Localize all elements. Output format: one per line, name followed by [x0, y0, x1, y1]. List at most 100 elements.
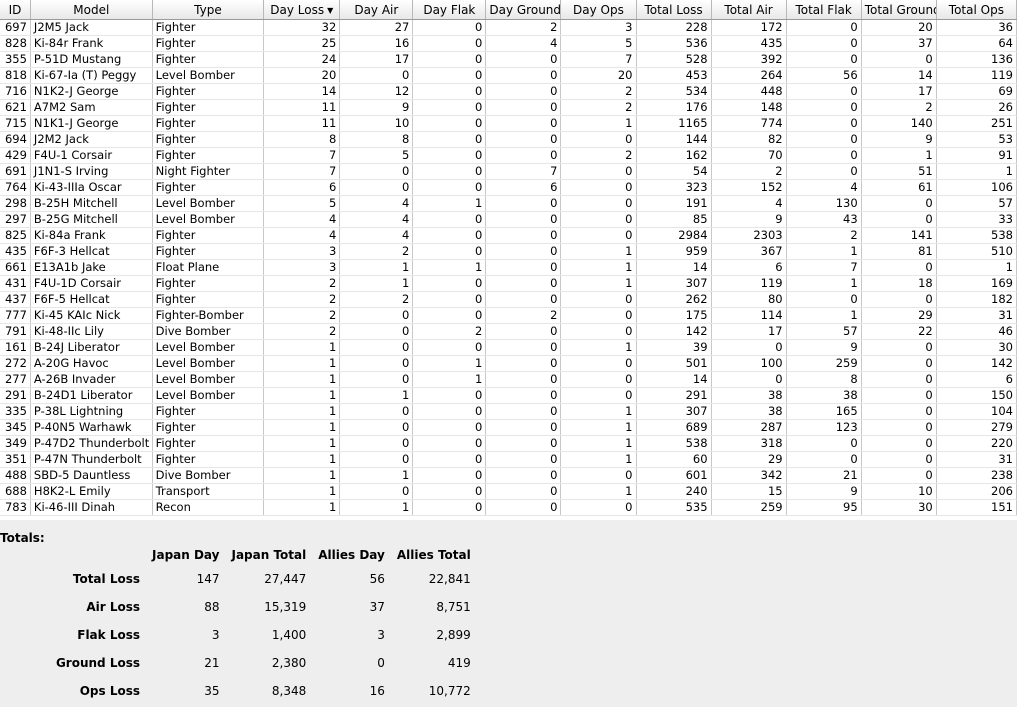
table-row[interactable]: 783 Ki-46-III Dinah Recon 1 1 0 0 0 535 259 95 30 15… [0, 499, 1017, 516]
column-header-day-flak[interactable]: Day Flak [412, 0, 487, 20]
table-row[interactable]: 488 SBD-5 Dauntless Dive Bomber 1 1 0 0 0 601 342… [0, 467, 1017, 484]
table-row[interactable]: 431 F4U-1D Corsair Fighter 2 1 0 0 1 307 119 1 18 16… [0, 275, 1017, 292]
loss-table-panel[interactable]: ID Model Type Day Loss ▼ Day Air Day Flak Day G… [0, 0, 1017, 520]
cell-day-flak: 0 [412, 275, 487, 292]
table-row[interactable]: 298 B-25H Mitchell Level Bomber 5 4 1 0 0 191 4 13… [0, 195, 1017, 212]
cell-total-ground: 0 [861, 467, 937, 484]
cell-day-ops: 0 [560, 323, 637, 340]
cell-id: 429 [0, 147, 31, 164]
table-row[interactable]: 272 A-20G Havoc Level Bomber 1 0 1 0 0 501 100 259… [0, 355, 1017, 372]
cell-day-flak: 0 [412, 211, 487, 228]
cell-id: 297 [0, 211, 31, 228]
cell-day-air: 0 [339, 371, 414, 388]
column-header-total-air[interactable]: Total Air [711, 0, 787, 20]
cell-total-loss: 162 [636, 147, 712, 164]
cell-total-loss: 291 [636, 387, 712, 404]
totals-value: 27,447 [264, 572, 307, 586]
cell-id: 828 [0, 35, 31, 52]
cell-day-ops: 0 [560, 355, 637, 372]
cell-day-ground: 0 [485, 355, 562, 372]
table-row[interactable]: 345 P-40N5 Warhawk Fighter 1 0 0 0 1 689 287 123 0 2… [0, 419, 1017, 436]
table-row[interactable]: 764 Ki-43-IIIa Oscar Fighter 6 0 0 6 0 323 152 4 61… [0, 179, 1017, 196]
column-header-total-loss[interactable]: Total Loss [636, 0, 712, 20]
cell-total-ops: 1 [936, 259, 1017, 276]
table-row[interactable]: 828 Ki-84r Frank Fighter 25 16 0 4 5 536 435 0 37 64 [0, 35, 1017, 52]
table-row[interactable]: 437 F6F-5 Hellcat Fighter 2 2 0 0 0 262 80 0 0 182 [0, 291, 1017, 308]
table-row[interactable]: 715 N1K1-J George Fighter 11 10 0 0 1 1165 774 0 14… [0, 115, 1017, 132]
cell-model: Ki-84a Frank [30, 227, 153, 244]
column-header-model[interactable]: Model [30, 0, 153, 20]
cell-model: P-47D2 Thunderbolt [30, 435, 153, 452]
cell-type: Fighter [152, 99, 265, 116]
table-row[interactable]: 791 Ki-48-IIc Lily Dive Bomber 2 0 2 0 0 142 17 57… [0, 323, 1017, 340]
table-row[interactable]: 335 P-38L Lightning Fighter 1 0 0 0 1 307 38 165 0 1… [0, 403, 1017, 420]
cell-day-air: 16 [339, 35, 414, 52]
cell-id: 488 [0, 467, 31, 484]
table-row[interactable]: 429 F4U-1 Corsair Fighter 7 5 0 0 2 162 70 0 1 91 [0, 147, 1017, 164]
cell-total-ground: 0 [861, 371, 937, 388]
table-row[interactable]: 621 A7M2 Sam Fighter 11 9 0 0 2 176 148 0 2 26 [0, 99, 1017, 116]
cell-model: J2M2 Jack [30, 131, 153, 148]
cell-total-air: 0 [711, 339, 787, 356]
cell-day-air: 12 [339, 83, 414, 100]
cell-total-ground: 0 [861, 291, 937, 308]
table-row[interactable]: 825 Ki-84a Frank Fighter 4 4 0 0 0 2984 2303 2 141 5… [0, 227, 1017, 244]
cell-day-ops: 0 [560, 195, 637, 212]
table-row[interactable]: 349 P-47D2 Thunderbolt Fighter 1 0 0 0 1 538 318 0… [0, 435, 1017, 452]
table-row[interactable]: 716 N1K2-J George Fighter 14 12 0 0 2 534 448 0 17 6… [0, 83, 1017, 100]
cell-day-ground: 0 [485, 275, 562, 292]
column-header-day-loss[interactable]: Day Loss ▼ [263, 0, 341, 20]
cell-total-loss: 144 [636, 131, 712, 148]
column-header-day-ops[interactable]: Day Ops [560, 0, 637, 20]
totals-column-japan-day: Japan Day [152, 548, 220, 562]
table-row[interactable]: 355 P-51D Mustang Fighter 24 17 0 0 7 528 392 0 0 13… [0, 51, 1017, 68]
table-row[interactable]: 688 H8K2-L Emily Transport 1 0 0 0 1 240 15 9 10 206 [0, 483, 1017, 500]
cell-total-loss: 2984 [636, 227, 712, 244]
cell-total-ground: 0 [861, 419, 937, 436]
cell-id: 437 [0, 291, 31, 308]
column-header-id[interactable]: ID [0, 0, 31, 20]
totals-value: 1,400 [271, 628, 307, 642]
table-row[interactable]: 277 A-26B Invader Level Bomber 1 0 1 0 0 14 0 8 0 6 [0, 371, 1017, 388]
column-header-total-ops[interactable]: Total Ops [936, 0, 1017, 20]
cell-day-loss: 32 [263, 19, 341, 36]
table-row[interactable]: 777 Ki-45 KAIc Nick Fighter-Bomber 2 0 0 2 0 175… [0, 307, 1017, 324]
table-row[interactable]: 661 E13A1b Jake Float Plane 3 1 1 0 1 14 6 7 0 1 [0, 259, 1017, 276]
cell-day-ground: 0 [485, 83, 562, 100]
table-row[interactable]: 818 Ki-67-Ia (T) Peggy Level Bomber 20 0 0 0 20… [0, 67, 1017, 84]
table-row[interactable]: 291 B-24D1 Liberator Level Bomber 1 1 0 0 0 291 3… [0, 387, 1017, 404]
cell-type: Fighter [152, 419, 265, 436]
cell-day-ops: 0 [560, 227, 637, 244]
cell-day-loss: 1 [263, 387, 341, 404]
cell-type: Level Bomber [152, 387, 265, 404]
table-row[interactable]: 694 J2M2 Jack Fighter 8 8 0 0 0 144 82 0 9 53 [0, 131, 1017, 148]
table-row[interactable]: 697 J2M5 Jack Fighter 32 27 0 2 3 228 172 0 20 36 [0, 19, 1017, 36]
table-row[interactable]: 351 P-47N Thunderbolt Fighter 1 0 0 0 1 60 29 0 0 31 [0, 451, 1017, 468]
cell-total-flak: 9 [786, 339, 862, 356]
column-header-day-air[interactable]: Day Air [339, 0, 414, 20]
cell-day-flak: 1 [412, 259, 487, 276]
table-row[interactable]: 691 J1N1-S Irving Night Fighter 7 0 0 7 0 54 2 0 51… [0, 163, 1017, 180]
cell-type: Level Bomber [152, 195, 265, 212]
column-header-day-ground[interactable]: Day Ground [485, 0, 562, 20]
cell-total-ops: 33 [936, 211, 1017, 228]
cell-id: 697 [0, 19, 31, 36]
aircraft-loss-table[interactable]: ID Model Type Day Loss ▼ Day Air Day Flak Day G… [0, 0, 1017, 516]
cell-total-ground: 140 [861, 115, 937, 132]
column-header-type[interactable]: Type [152, 0, 265, 20]
cell-day-flak: 1 [412, 371, 487, 388]
cell-day-ground: 0 [485, 499, 562, 516]
cell-day-loss: 5 [263, 195, 341, 212]
table-row[interactable]: 161 B-24J Liberator Level Bomber 1 0 0 0 1 39 0 9 0… [0, 339, 1017, 356]
cell-total-ops: 26 [936, 99, 1017, 116]
table-row[interactable]: 435 F6F-3 Hellcat Fighter 3 2 0 0 1 959 367 1 81 510 [0, 243, 1017, 260]
cell-day-ground: 0 [485, 99, 562, 116]
column-header-total-flak[interactable]: Total Flak [786, 0, 862, 20]
table-row[interactable]: 297 B-25G Mitchell Level Bomber 4 4 0 0 0 85 9 43 0… [0, 211, 1017, 228]
cell-model: J2M5 Jack [30, 19, 153, 36]
column-header-total-ground[interactable]: Total Ground [861, 0, 937, 20]
cell-day-ground: 0 [485, 243, 562, 260]
cell-type: Fighter [152, 451, 265, 468]
cell-total-ground: 0 [861, 211, 937, 228]
totals-value: 56 [369, 572, 385, 586]
